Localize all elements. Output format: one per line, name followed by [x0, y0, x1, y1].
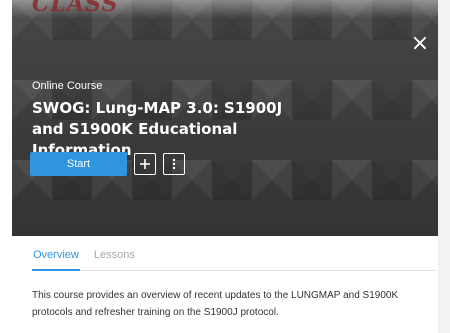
vertical-ellipsis-icon	[172, 158, 176, 170]
add-button[interactable]	[134, 153, 156, 175]
close-icon: ×	[410, 31, 430, 56]
tab-lessons[interactable]: Lessons	[93, 248, 136, 271]
more-options-button[interactable]	[163, 153, 185, 175]
start-button[interactable]: Start	[30, 152, 127, 176]
plus-icon	[140, 159, 150, 169]
page-scrollbar-strip	[438, 0, 450, 333]
close-button[interactable]: ×	[408, 32, 432, 56]
tab-overview[interactable]: Overview	[32, 248, 80, 271]
course-actions: Start	[30, 152, 185, 176]
course-dialog: CLASS × Online Course SWOG: Lung-MAP 3.0…	[12, 0, 438, 333]
course-hero-banner: CLASS × Online Course SWOG: Lung-MAP 3.0…	[12, 0, 438, 236]
course-type-label: Online Course	[32, 80, 103, 92]
brand-logo: CLASS	[32, 0, 119, 17]
course-tabs: Overview Lessons	[32, 248, 436, 271]
course-description: This course provides an overview of rece…	[32, 290, 399, 318]
